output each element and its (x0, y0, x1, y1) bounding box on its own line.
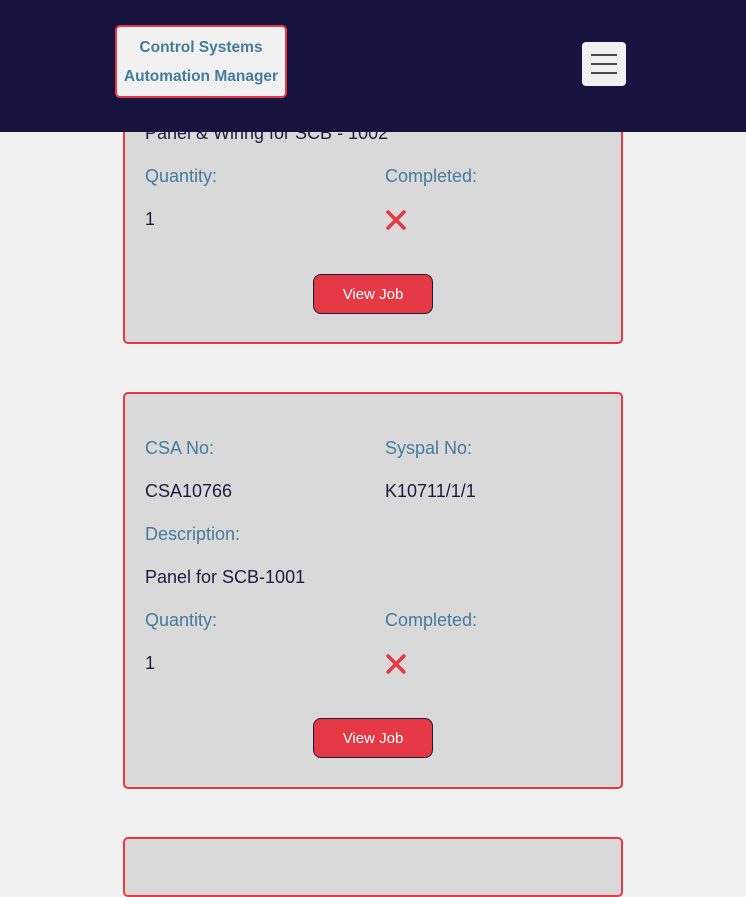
hamburger-menu-icon (591, 54, 617, 74)
csa-no-value: CSA10766 (145, 481, 233, 501)
quantity-label: Quantity: (145, 610, 218, 630)
view-job-button[interactable]: View Job (313, 718, 433, 758)
job-card: CSA No: Syspal No: CSA10766 K10711/1/1 D… (123, 392, 623, 789)
completed-label: Completed: (385, 610, 478, 630)
description-value: Panel for SCB-1001 (145, 567, 306, 587)
view-job-button[interactable]: View Job (313, 274, 433, 314)
quantity-value: 1 (145, 653, 156, 673)
menu-toggle-button[interactable] (582, 42, 626, 86)
navbar: Control Systems Automation Manager (0, 0, 746, 132)
cross-mark-icon (386, 654, 406, 674)
brand-line-2: Automation Manager (123, 67, 279, 85)
cross-mark-icon (386, 210, 406, 230)
syspal-no-label: Syspal No: (385, 438, 473, 458)
quantity-value: 1 (145, 209, 156, 229)
quantity-label: Quantity: (145, 166, 218, 186)
csa-no-label: CSA No: (145, 438, 215, 458)
description-label: Description: (145, 524, 241, 544)
brand-line-1: Control Systems (139, 38, 263, 56)
brand-logo[interactable]: Control Systems Automation Manager (115, 25, 287, 98)
syspal-no-value: K10711/1/1 (385, 481, 476, 501)
job-card (123, 837, 623, 897)
completed-label: Completed: (385, 166, 478, 186)
